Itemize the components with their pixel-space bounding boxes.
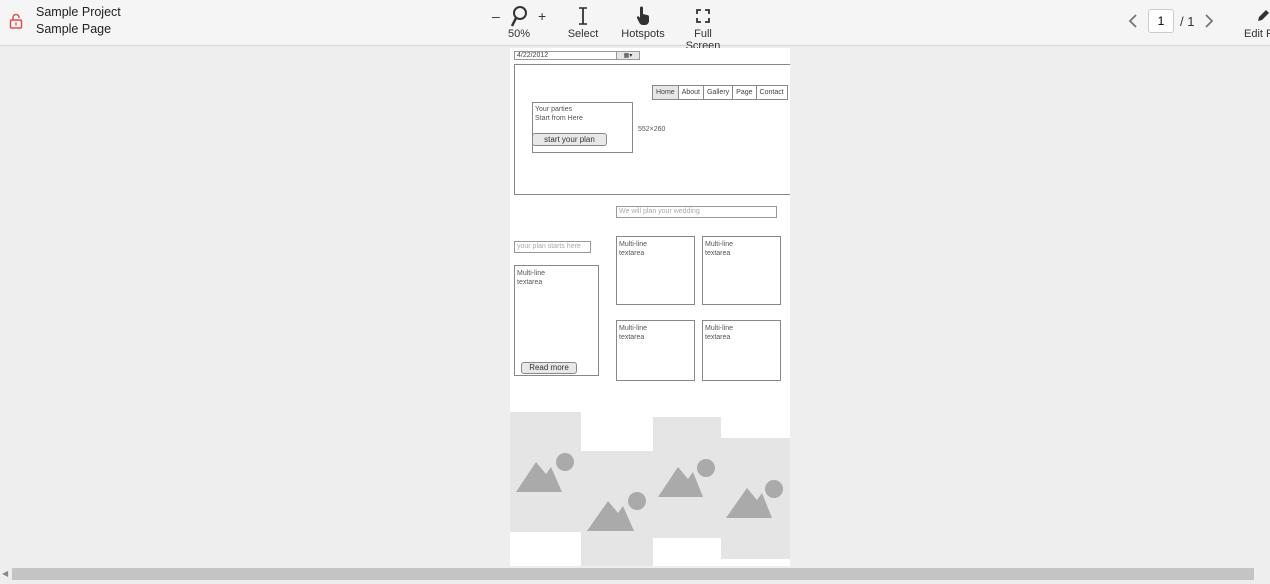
edit-page-label: Edit Page — [1244, 28, 1270, 40]
hotspots-button[interactable]: Hotspots — [620, 4, 666, 40]
prototype-canvas: 4/22/2012 ▦▾ Home About Gallery Page Con… — [510, 48, 790, 566]
zoom-in-button[interactable]: + — [538, 8, 546, 24]
textarea-label: textarea — [619, 334, 645, 341]
horizontal-scrollbar[interactable]: ◀ — [0, 568, 1270, 584]
calendar-dropdown-icon[interactable]: ▦▾ — [616, 51, 640, 60]
textarea-label: Multi-line — [619, 325, 648, 332]
textarea-label: textarea — [705, 250, 731, 257]
textarea-label: textarea — [619, 250, 645, 257]
nav-item-page[interactable]: Page — [733, 85, 757, 100]
scrollbar-thumb[interactable] — [12, 568, 1254, 580]
page-total: / 1 — [1180, 13, 1195, 29]
edit-page-button[interactable]: Edit Page — [1244, 4, 1270, 40]
nav-menu: Home About Gallery Page Contact — [652, 85, 788, 100]
page-number-input[interactable] — [1148, 9, 1174, 33]
nav-item-about[interactable]: About — [678, 85, 704, 100]
textarea-1[interactable]: Multi-line textarea — [616, 236, 695, 305]
textarea-3[interactable]: Multi-line textarea — [616, 320, 695, 381]
zoom-level: 50% — [507, 28, 531, 40]
textarea-4[interactable]: Multi-line textarea — [702, 320, 781, 381]
image-placeholder-3 — [653, 417, 721, 538]
viewer-toolbar: Sample Project Sample Page – 50% + Selec… — [0, 0, 1270, 52]
textarea-label: Multi-line — [517, 270, 546, 277]
textarea-label: textarea — [705, 334, 731, 341]
image-icon — [726, 480, 783, 518]
textarea-label: Multi-line — [619, 241, 648, 248]
next-page-icon[interactable] — [1200, 12, 1218, 30]
hero-line-1: Your parties — [535, 106, 573, 113]
zoom-out-button[interactable]: – — [492, 8, 500, 24]
hotspots-label: Hotspots — [621, 28, 665, 40]
image-placeholder-1 — [510, 412, 581, 532]
hero-line-2: Start from Here — [535, 115, 583, 122]
image-icon — [516, 453, 574, 492]
wedding-input[interactable]: We will plan your wedding — [616, 206, 777, 218]
zoom-control[interactable]: 50% — [506, 4, 532, 40]
project-info: Sample Project Sample Page — [36, 4, 121, 38]
textarea-label: textarea — [517, 279, 543, 286]
image-placeholder-4 — [721, 438, 790, 559]
image-placeholder-2 — [581, 451, 653, 566]
hero-text: Your parties Start from Here — [535, 105, 583, 123]
text-cursor-icon — [566, 4, 600, 28]
full-screen-button[interactable]: Full Screen — [676, 4, 730, 52]
lock-icon[interactable] — [9, 13, 23, 29]
textarea-label: Multi-line — [705, 325, 734, 332]
hand-pointer-icon — [620, 4, 666, 28]
nav-item-gallery[interactable]: Gallery — [703, 85, 734, 100]
previous-page-icon[interactable] — [1124, 12, 1142, 30]
start-plan-button[interactable]: start your plan — [532, 133, 607, 146]
select-label: Select — [567, 28, 599, 40]
select-tool-button[interactable]: Select — [566, 4, 600, 40]
project-name: Sample Project — [36, 5, 121, 19]
expand-icon — [676, 4, 730, 28]
read-more-button[interactable]: Read more — [521, 362, 577, 374]
nav-item-contact[interactable]: Contact — [756, 85, 788, 100]
image-icon — [658, 459, 715, 497]
textarea-label: Multi-line — [705, 241, 734, 248]
magnifier-icon — [506, 4, 532, 28]
nav-item-home[interactable]: Home — [652, 85, 679, 100]
pencil-icon — [1244, 4, 1270, 28]
textarea-2[interactable]: Multi-line textarea — [702, 236, 781, 305]
scroll-left-icon[interactable]: ◀ — [2, 569, 8, 578]
date-picker-input[interactable]: 4/22/2012 — [514, 51, 618, 60]
image-icon — [587, 492, 646, 531]
textarea-left[interactable]: Multi-line textarea — [514, 265, 599, 376]
plan-input[interactable]: your plan starts here — [514, 241, 591, 253]
image-size-label: 552×260 — [638, 126, 666, 133]
page-name: Sample Page — [36, 22, 112, 36]
page-navigator: / 1 — [1124, 9, 1218, 33]
